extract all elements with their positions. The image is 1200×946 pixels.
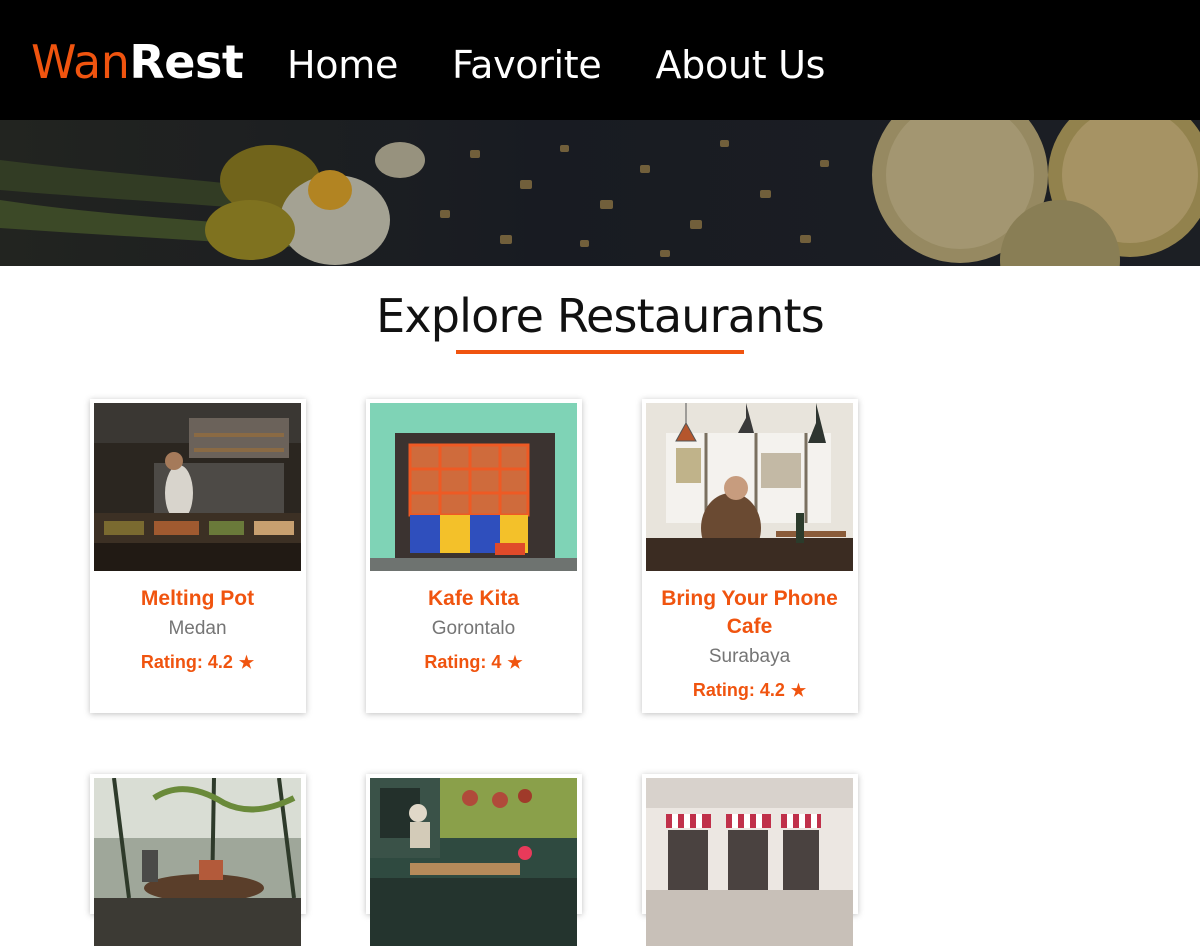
restaurant-image [370,778,577,946]
rating-label: Rating: [692,680,755,700]
restaurant-rating: Rating: 4 ★ [370,649,577,676]
restaurant-card[interactable]: Bring Your Phone Cafe Surabaya Rating: 4… [642,399,858,713]
rating-value: 4 [491,652,502,672]
logo-main-text: Rest [129,35,244,89]
hero-image [0,120,1200,266]
restaurant-rating: Rating: 4.2 ★ [94,649,301,676]
restaurant-image [94,403,301,571]
restaurant-city: Gorontalo [431,618,516,639]
nav-home-link[interactable]: Home [287,37,398,93]
restaurant-name[interactable]: Bring Your Phone Cafe [654,585,845,641]
restaurant-name[interactable]: Kafe Kita [378,585,569,613]
rating-label: Rating: [424,652,487,672]
restaurant-name[interactable]: Melting Pot [102,585,293,613]
star-icon: ★ [507,653,523,672]
title-underline [456,350,744,354]
rating-label: Rating: [140,652,203,672]
page-title: Explore Restaurants [376,289,825,343]
restaurant-card[interactable] [366,774,582,946]
logo-accent-text: Wan [31,35,130,89]
nav-favorite-link[interactable]: Favorite [452,37,602,93]
logo[interactable]: WanRest [31,30,244,94]
restaurant-city: Surabaya [708,646,791,667]
restaurant-image [646,403,853,571]
restaurant-image [370,403,577,571]
star-icon: ★ [238,653,255,672]
restaurant-image [94,778,301,946]
restaurant-card[interactable]: Melting Pot Medan Rating: 4.2 ★ [90,399,306,713]
main-nav: Home Favorite About Us [287,37,825,93]
restaurant-card[interactable] [642,774,858,946]
restaurant-rating: Rating: 4.2 ★ [646,677,853,704]
restaurant-city: Medan [168,618,227,639]
app-header: WanRest Home Favorite About Us [0,0,1200,120]
star-icon: ★ [790,681,807,700]
rating-value: 4.2 [759,680,785,700]
restaurant-card[interactable] [90,774,306,946]
rating-value: 4.2 [207,652,233,672]
nav-about-us-link[interactable]: About Us [655,37,825,93]
restaurant-image [646,778,853,946]
restaurant-card[interactable]: Kafe Kita Gorontalo Rating: 4 ★ [366,399,582,713]
